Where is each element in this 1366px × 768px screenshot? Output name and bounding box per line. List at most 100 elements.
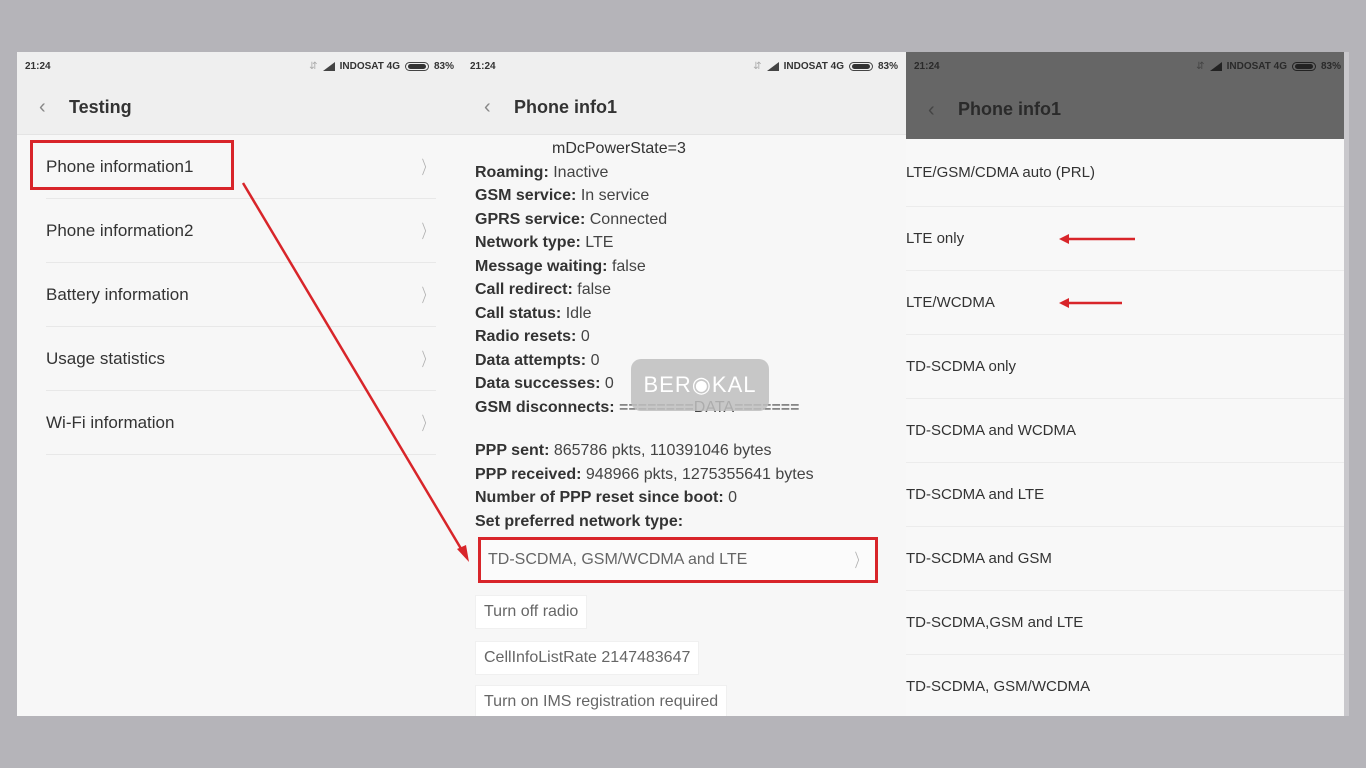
data-sync-icon: ⇵ (753, 60, 762, 72)
info-key: Number of PPP reset since boot: (475, 489, 724, 506)
battery-percent: 83% (1320, 60, 1341, 72)
screenshot-frame: 21:24 ⇵ INDOSAT 4G 83% ‹ Testing Phone i… (17, 52, 1349, 716)
info-key: PPP received: (475, 465, 582, 483)
back-chevron-icon[interactable]: ‹ (928, 100, 942, 120)
info-row: GSM service: In service (475, 184, 906, 208)
battery-icon (1291, 61, 1316, 71)
annotation-arrow-left-icon (1059, 297, 1122, 308)
info-key: Data attempts: (475, 351, 587, 369)
info-value: LTE (585, 234, 614, 251)
back-chevron-icon[interactable]: ‹ (39, 97, 53, 117)
berokal-watermark: BER◉KAL (631, 359, 769, 411)
menu-item-battery-information[interactable]: Battery information 〉 (46, 263, 436, 327)
chevron-right-icon: 〉 (854, 551, 866, 571)
page-title: Phone info1 (958, 99, 1061, 119)
status-bar: 21:24 ⇵ INDOSAT 4G 83% (17, 52, 462, 80)
network-option-label: TD-SCDMA and GSM (906, 550, 1052, 567)
info-row: GPRS service: Connected (475, 208, 906, 232)
network-option-label: LTE/GSM/CDMA auto (PRL) (906, 164, 1095, 181)
status-time: 21:24 (25, 60, 51, 72)
network-option-label: TD-SCDMA,GSM and LTE (906, 614, 1084, 631)
network-option[interactable]: TD-SCDMA and WCDMA (906, 399, 1349, 463)
info-row: PPP sent: 865786 pkts, 110391046 bytes (475, 439, 906, 463)
info-value: In service (580, 187, 650, 204)
info-key: Call status: (475, 304, 562, 322)
network-option[interactable]: TD-SCDMA and LTE (906, 463, 1349, 527)
chevron-right-icon: 〉 (421, 285, 433, 306)
status-bar: 21:24 ⇵ INDOSAT 4G 83% (462, 52, 906, 80)
info-row: Number of PPP reset since boot: 0 (475, 486, 906, 510)
network-type-picker-screen: 21:24 ⇵ INDOSAT 4G 83% ‹ Phone info1 LTE… (906, 52, 1349, 716)
app-header-dimmed: ‹ Phone info1 (906, 80, 1349, 139)
testing-screen: 21:24 ⇵ INDOSAT 4G 83% ‹ Testing Phone i… (17, 52, 462, 716)
data-sync-icon: ⇵ (1196, 60, 1205, 72)
back-chevron-icon[interactable]: ‹ (484, 97, 498, 117)
info-value: 865786 pkts, 110391046 bytes (553, 442, 772, 459)
scrollbar[interactable] (1344, 52, 1349, 716)
page-title: Phone info1 (514, 96, 617, 117)
info-row: PPP received: 948966 pkts, 1275355641 by… (475, 463, 906, 487)
annotation-arrow-left-icon (1059, 233, 1135, 244)
turn-off-radio-button[interactable]: Turn off radio (475, 595, 588, 629)
power-state-line: mDcPowerState=3 (552, 140, 686, 157)
info-key: PPP sent: (475, 442, 550, 459)
info-row: Radio resets: 0 (475, 325, 906, 349)
network-type-options: LTE/GSM/CDMA auto (PRL) LTE only LTE/WCDMA… (906, 139, 1349, 716)
info-value: 0 (604, 375, 614, 392)
signal-icon (322, 61, 335, 71)
info-key: Network type: (475, 234, 581, 251)
chevron-right-icon: 〉 (421, 413, 433, 434)
network-option-label: TD-SCDMA only (906, 358, 1017, 375)
network-option[interactable]: TD-SCDMA, GSM/WCDMA (906, 655, 1349, 716)
chevron-right-icon: 〉 (421, 221, 433, 242)
signal-icon (766, 61, 779, 71)
info-key: Radio resets: (475, 328, 577, 345)
info-value: 0 (580, 328, 590, 345)
network-option[interactable]: TD-SCDMA,GSM and LTE (906, 591, 1349, 655)
ims-registration-button[interactable]: Turn on IMS registration required (475, 685, 728, 716)
info-row: Roaming: Inactive (475, 161, 906, 185)
status-time: 21:24 (470, 60, 496, 72)
app-header: ‹ Testing (17, 80, 462, 135)
network-option-label: TD-SCDMA and LTE (906, 486, 1045, 503)
menu-item-wifi-information[interactable]: Wi-Fi information 〉 (46, 391, 436, 455)
network-option[interactable]: TD-SCDMA only (906, 335, 1349, 399)
info-value: false (577, 281, 612, 298)
info-value: Inactive (553, 163, 609, 181)
battery-icon (848, 61, 873, 71)
info-value: 0 (728, 489, 738, 506)
menu-item-usage-statistics[interactable]: Usage statistics 〉 (46, 327, 436, 391)
highlight-box-phone-information1 (30, 140, 234, 190)
info-row: Call redirect: false (475, 278, 906, 302)
info-value: false (611, 257, 646, 275)
network-option-label: TD-SCDMA, GSM/WCDMA (906, 678, 1091, 695)
menu-item-label: Battery information (46, 284, 189, 304)
info-value: 0 (590, 351, 600, 369)
network-option-label: TD-SCDMA and WCDMA (906, 422, 1077, 439)
page-title: Testing (69, 96, 132, 117)
menu-item-phone-information2[interactable]: Phone information2 〉 (46, 199, 436, 263)
info-row: Set preferred network type: (475, 510, 906, 534)
status-time: 21:24 (914, 60, 940, 72)
network-option[interactable]: TD-SCDMA and GSM (906, 527, 1349, 591)
info-key: Data successes: (475, 375, 601, 392)
network-option[interactable]: LTE only (906, 207, 1349, 271)
info-value: Idle (565, 304, 592, 322)
data-sync-icon: ⇵ (309, 60, 318, 72)
preferred-network-type-select[interactable]: TD-SCDMA, GSM/WCDMA and LTE 〉 (478, 537, 878, 583)
network-option[interactable]: LTE/GSM/CDMA auto (PRL) (906, 139, 1349, 207)
info-row: Call status: Idle (475, 302, 906, 326)
info-key: Set preferred network type: (475, 512, 684, 530)
battery-percent: 83% (433, 60, 454, 72)
info-key: GSM service: (475, 187, 577, 204)
info-key: Roaming: (475, 163, 549, 181)
battery-icon (404, 61, 429, 71)
info-key: GPRS service: (475, 210, 586, 228)
carrier-label: INDOSAT 4G (339, 60, 400, 72)
network-option[interactable]: LTE/WCDMA (906, 271, 1349, 335)
cell-info-list-rate-button[interactable]: CellInfoListRate 2147483647 (475, 641, 700, 675)
signal-icon (1209, 61, 1222, 71)
chevron-right-icon: 〉 (421, 349, 433, 370)
network-option-label: LTE/WCDMA (906, 294, 995, 311)
carrier-label: INDOSAT 4G (783, 60, 844, 72)
